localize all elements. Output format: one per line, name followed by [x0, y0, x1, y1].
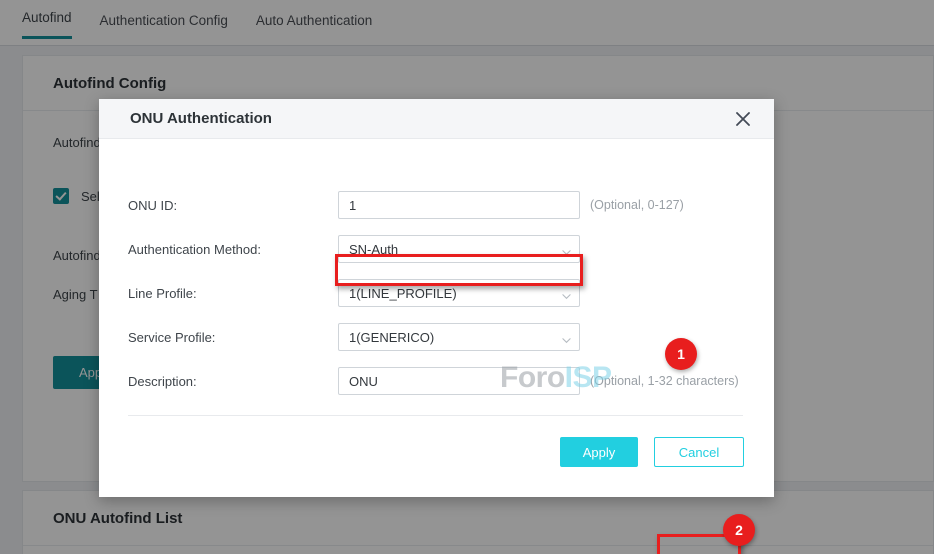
close-icon[interactable] [732, 108, 754, 130]
dialog-divider [128, 415, 743, 416]
service-profile-value: 1(GENERICO) [349, 330, 434, 345]
chevron-down-icon [562, 333, 571, 342]
onu-id-input[interactable]: 1 [338, 191, 580, 219]
authentication-method-value: SN-Auth [349, 242, 398, 257]
service-profile-control[interactable]: 1(GENERICO) [338, 323, 580, 351]
field-row-authentication-method: Authentication Method: SN-Auth [99, 227, 774, 271]
onu-authentication-dialog: ONU Authentication ONU ID: 1 (Optional, … [99, 99, 774, 497]
onu-id-control[interactable]: 1 [338, 191, 580, 219]
field-row-line-profile: Line Profile: 1(LINE_PROFILE) [99, 271, 774, 315]
chevron-down-icon [562, 289, 571, 298]
service-profile-label: Service Profile: [128, 330, 215, 345]
step-badge-1: 1 [665, 338, 697, 370]
description-label: Description: [128, 374, 197, 389]
cancel-button[interactable]: Cancel [654, 437, 744, 467]
line-profile-control[interactable]: 1(LINE_PROFILE) [338, 279, 580, 307]
onu-id-label: ONU ID: [128, 198, 177, 213]
description-input[interactable]: ONU [338, 367, 580, 395]
dialog-title: ONU Authentication [130, 110, 272, 127]
authentication-method-select[interactable]: SN-Auth [338, 235, 580, 263]
line-profile-label: Line Profile: [128, 286, 197, 301]
line-profile-select[interactable]: 1(LINE_PROFILE) [338, 279, 580, 307]
step-badge-2: 2 [723, 514, 755, 546]
description-hint: (Optional, 1-32 characters) [590, 374, 739, 388]
screen: Autofind Authentication Config Auto Auth… [0, 0, 934, 554]
description-control[interactable]: ONU [338, 367, 580, 395]
authentication-method-control[interactable]: SN-Auth [338, 235, 580, 263]
field-row-onu-id: ONU ID: 1 (Optional, 0-127) [99, 183, 774, 227]
chevron-down-icon [562, 245, 571, 254]
authentication-method-label: Authentication Method: [128, 242, 261, 257]
onu-id-hint: (Optional, 0-127) [590, 198, 684, 212]
service-profile-select[interactable]: 1(GENERICO) [338, 323, 580, 351]
line-profile-value: 1(LINE_PROFILE) [349, 286, 457, 301]
dialog-header: ONU Authentication [99, 99, 774, 139]
apply-button[interactable]: Apply [560, 437, 638, 467]
dialog-actions: Apply Cancel [560, 437, 744, 467]
